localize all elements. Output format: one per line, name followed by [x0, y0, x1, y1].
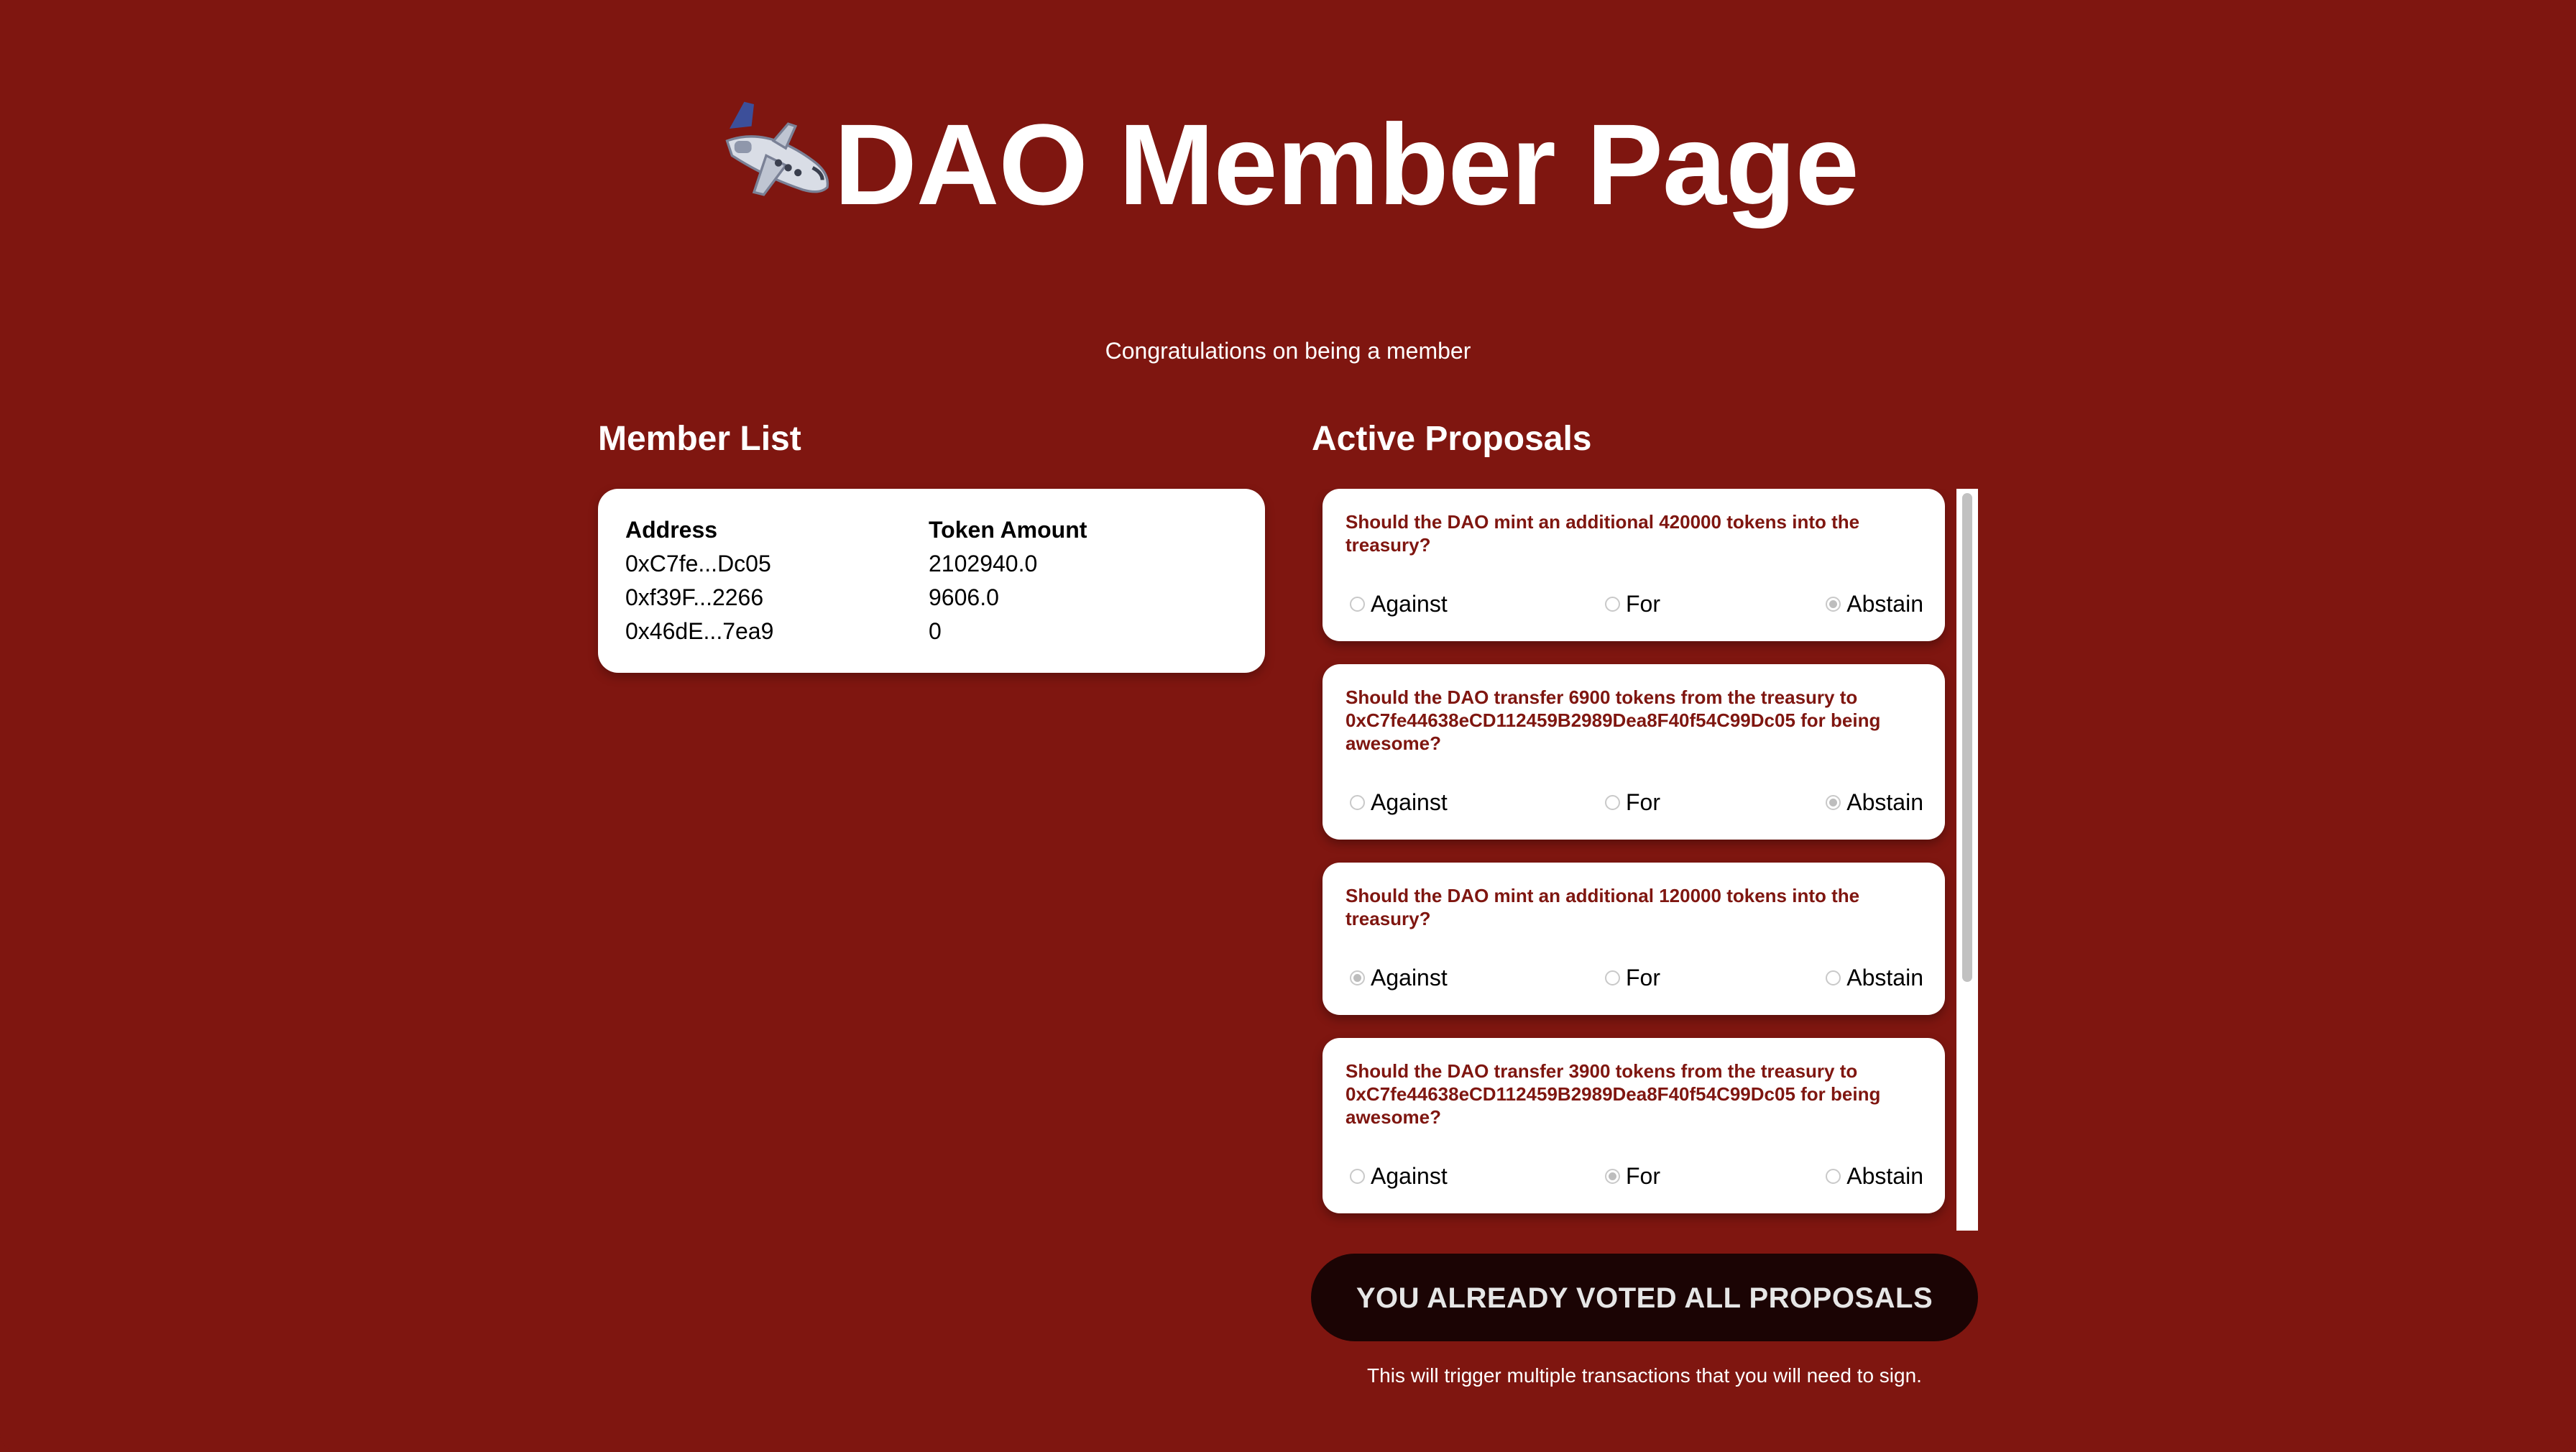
active-proposals-heading: Active Proposals [1312, 420, 1592, 458]
vote-options: Against For Abstain [1350, 963, 1923, 992]
vote-for-radio[interactable] [1605, 596, 1620, 612]
page-title: DAO Member Page [0, 92, 2576, 236]
vote-for-label: For [1626, 789, 1660, 815]
member-address: 0xf39F...2266 [625, 584, 764, 610]
vote-against-radio[interactable] [1350, 1168, 1365, 1184]
vote-against-option[interactable]: Against [1350, 963, 1448, 992]
proposal-scrollbar-thumb[interactable] [1962, 493, 1972, 982]
vote-against-option[interactable]: Against [1350, 1162, 1448, 1190]
member-table: Address Token Amount 0xC7fe...Dc05 21029… [625, 513, 1087, 648]
vote-for-option[interactable]: For [1605, 1162, 1660, 1190]
proposal-question: Should the DAO mint an additional 420000… [1346, 511, 1860, 556]
address-column-header: Address [625, 517, 718, 543]
vote-against-label: Against [1371, 1162, 1448, 1189]
vote-abstain-radio[interactable] [1826, 794, 1841, 810]
member-list-heading: Member List [598, 420, 801, 458]
token-amount-column-header: Token Amount [929, 517, 1087, 543]
vote-abstain-label: Abstain [1846, 964, 1923, 991]
vote-against-option[interactable]: Against [1350, 788, 1448, 817]
proposal-question: Should the DAO transfer 3900 tokens from… [1346, 1060, 1881, 1128]
vote-options: Against For Abstain [1350, 1162, 1923, 1190]
vote-against-label: Against [1371, 590, 1448, 617]
proposal-card: Should the DAO transfer 3900 tokens from… [1322, 1038, 1945, 1213]
proposal-scrollbar[interactable] [1956, 489, 1978, 1231]
vote-against-label: Against [1371, 964, 1448, 991]
airplane-icon [725, 101, 829, 196]
vote-abstain-option[interactable]: Abstain [1826, 788, 1923, 817]
member-address: 0xC7fe...Dc05 [625, 551, 771, 576]
proposal-card: Should the DAO mint an additional 120000… [1322, 863, 1945, 1015]
member-table-header: Address Token Amount [625, 513, 1087, 547]
member-token-amount: 9606.0 [929, 584, 999, 610]
vote-against-radio[interactable] [1350, 596, 1365, 612]
proposal-question: Should the DAO mint an additional 120000… [1346, 885, 1860, 929]
welcome-message: Congratulations on being a member [1105, 338, 1471, 364]
page-title-text: DAO Member Page [834, 100, 1859, 229]
member-token-amount: 2102940.0 [929, 551, 1038, 576]
proposal-card: Should the DAO mint an additional 420000… [1322, 489, 1945, 641]
member-token-amount: 0 [929, 618, 942, 644]
vote-for-radio[interactable] [1605, 794, 1620, 810]
vote-for-label: For [1626, 1162, 1660, 1189]
submit-votes-button[interactable]: YOU ALREADY VOTED ALL PROPOSALS [1311, 1254, 1978, 1341]
member-address: 0x46dE...7ea9 [625, 618, 774, 644]
transaction-note: This will trigger multiple transactions … [1367, 1364, 1922, 1387]
proposal-list[interactable]: Should the DAO mint an additional 420000… [1312, 489, 1978, 1231]
table-row: 0xC7fe...Dc05 2102940.0 [625, 547, 1087, 581]
table-row: 0x46dE...7ea9 0 [625, 615, 1087, 648]
vote-for-label: For [1626, 590, 1660, 617]
vote-abstain-option[interactable]: Abstain [1826, 1162, 1923, 1190]
vote-abstain-radio[interactable] [1826, 1168, 1841, 1184]
vote-for-option[interactable]: For [1605, 963, 1660, 992]
vote-abstain-radio[interactable] [1826, 970, 1841, 985]
vote-for-option[interactable]: For [1605, 788, 1660, 817]
vote-for-radio[interactable] [1605, 970, 1620, 985]
proposal-card: Should the DAO transfer 6900 tokens from… [1322, 664, 1945, 840]
vote-options: Against For Abstain [1350, 589, 1923, 618]
vote-against-radio[interactable] [1350, 970, 1365, 985]
vote-for-label: For [1626, 964, 1660, 991]
vote-abstain-label: Abstain [1846, 789, 1923, 815]
vote-abstain-radio[interactable] [1826, 596, 1841, 612]
vote-abstain-label: Abstain [1846, 1162, 1923, 1189]
vote-abstain-label: Abstain [1846, 590, 1923, 617]
vote-against-radio[interactable] [1350, 794, 1365, 810]
table-row: 0xf39F...2266 9606.0 [625, 581, 1087, 615]
vote-abstain-option[interactable]: Abstain [1826, 963, 1923, 992]
member-list-card: Address Token Amount 0xC7fe...Dc05 21029… [598, 489, 1265, 673]
vote-abstain-option[interactable]: Abstain [1826, 589, 1923, 618]
vote-against-option[interactable]: Against [1350, 589, 1448, 618]
vote-for-radio[interactable] [1605, 1168, 1620, 1184]
vote-for-option[interactable]: For [1605, 589, 1660, 618]
vote-against-label: Against [1371, 789, 1448, 815]
vote-options: Against For Abstain [1350, 788, 1923, 817]
proposal-question: Should the DAO transfer 6900 tokens from… [1346, 686, 1881, 754]
